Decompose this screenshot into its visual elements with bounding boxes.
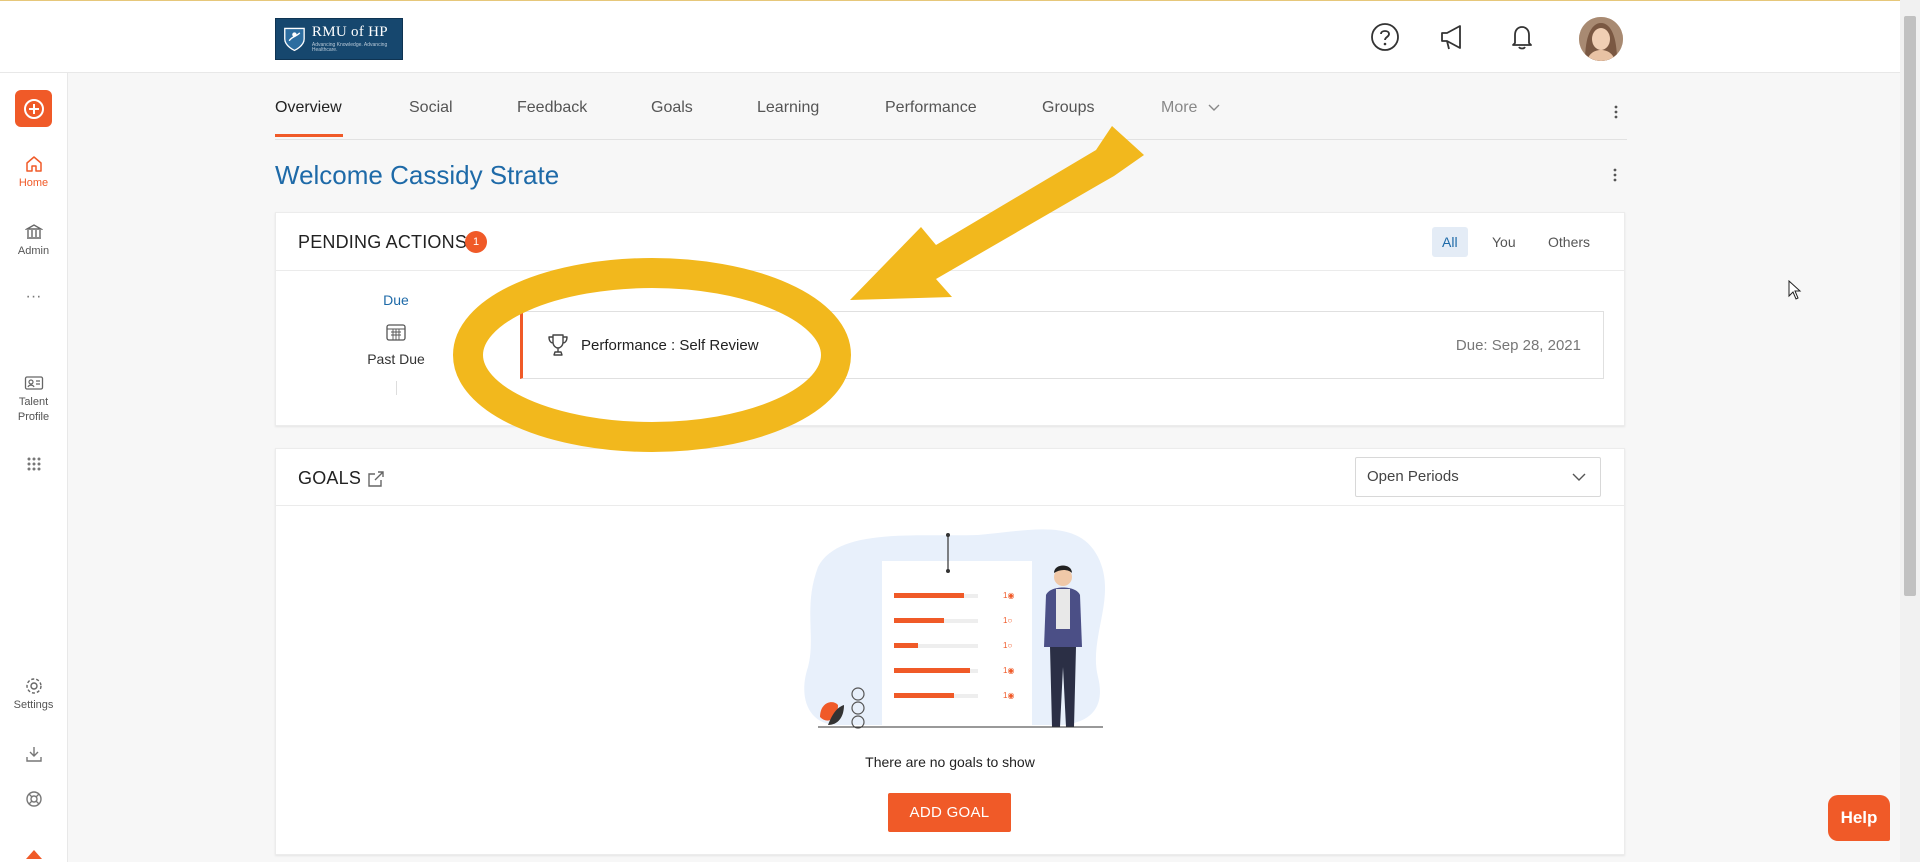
user-avatar[interactable] <box>1579 17 1623 61</box>
scrollbar-thumb[interactable] <box>1904 16 1916 596</box>
tab-more[interactable]: More <box>1161 99 1220 117</box>
goals-title: GOALS <box>298 468 362 488</box>
timeline-due-label: Due <box>383 292 409 308</box>
chevron-down-icon <box>1572 473 1586 481</box>
period-select-value: Open Periods <box>1367 468 1459 485</box>
main-tab-bar: Overview Social Feedback Goals Learning … <box>275 95 1627 140</box>
sidebar-item-settings[interactable]: Settings <box>0 677 67 711</box>
sidebar-item-label: Settings <box>13 699 54 711</box>
sidebar-item-admin[interactable]: Admin <box>0 223 67 257</box>
tab-more-label: More <box>1161 99 1198 116</box>
pending-actions-title: PENDING ACTIONS <box>298 232 468 252</box>
gear-icon <box>25 678 42 694</box>
svg-text:1◉: 1◉ <box>1003 666 1014 675</box>
sidebar-item-label: Home <box>18 177 49 189</box>
tab-social[interactable]: Social <box>409 99 453 117</box>
mouse-cursor-icon <box>1788 280 1802 300</box>
download-icon[interactable] <box>0 745 67 767</box>
crest-icon <box>284 27 305 52</box>
filter-others[interactable]: Others <box>1538 227 1600 257</box>
tab-groups[interactable]: Groups <box>1042 99 1094 117</box>
filter-you[interactable]: You <box>1482 227 1526 257</box>
tab-learning[interactable]: Learning <box>757 99 819 117</box>
active-tab-indicator <box>275 134 343 137</box>
left-sidebar: Home Admin ··· Talent Profile Settings <box>0 73 68 862</box>
filter-all[interactable]: All <box>1432 227 1468 257</box>
external-link-icon[interactable] <box>367 470 385 488</box>
calendar-icon <box>386 324 406 341</box>
action-item-title: Performance : Self Review <box>581 337 759 354</box>
tab-goals[interactable]: Goals <box>651 99 693 117</box>
svg-text:1◉: 1◉ <box>1003 591 1014 600</box>
home-icon <box>25 156 42 172</box>
apps-grid-icon[interactable] <box>0 457 67 475</box>
tab-overview[interactable]: Overview <box>275 99 342 117</box>
sidebar-item-home[interactable]: Home <box>0 155 67 189</box>
sidebar-item-label: Talent Profile <box>17 396 50 423</box>
svg-text:1○: 1○ <box>1003 616 1012 625</box>
plus-circle-icon[interactable] <box>15 90 52 127</box>
svg-text:1○: 1○ <box>1003 641 1012 650</box>
trophy-icon <box>548 334 568 356</box>
pending-action-item[interactable]: Performance : Self Review Due: Sep 28, 2… <box>520 311 1604 379</box>
card-divider <box>276 270 1624 271</box>
goals-card: GOALS Open Periods 1◉ 1○ 1○ 1◉ 1◉ There … <box>275 448 1625 855</box>
pending-count-badge: 1 <box>465 231 487 253</box>
svg-text:1◉: 1◉ <box>1003 691 1014 700</box>
tab-performance[interactable]: Performance <box>885 99 977 117</box>
logo-tagline: Advancing Knowledge. Advancing Healthcar… <box>311 42 388 53</box>
card-divider <box>276 505 1624 506</box>
timeline-past-due-label: Past Due <box>367 351 425 367</box>
help-circle-icon[interactable] <box>1369 21 1401 53</box>
add-goal-button[interactable]: ADD GOAL <box>888 793 1011 832</box>
bank-icon <box>24 224 43 239</box>
more-options-icon[interactable]: ··· <box>0 289 67 305</box>
no-goals-message: There are no goals to show <box>865 754 1035 770</box>
company-logo[interactable]: RMU of HP Advancing Knowledge. Advancing… <box>275 18 403 60</box>
tabs-kebab-icon[interactable] <box>1608 104 1624 120</box>
megaphone-icon[interactable] <box>1437 21 1469 53</box>
scroll-up-icon[interactable] <box>0 845 67 862</box>
help-button[interactable]: Help <box>1828 795 1890 841</box>
period-select[interactable]: Open Periods <box>1355 457 1601 497</box>
vertical-scrollbar[interactable] <box>1900 0 1920 862</box>
lifebuoy-icon[interactable] <box>0 790 67 812</box>
id-card-icon <box>24 376 43 390</box>
tab-feedback[interactable]: Feedback <box>517 99 587 117</box>
pending-actions-card: PENDING ACTIONS 1 All You Others Due Pas… <box>275 212 1625 426</box>
top-header: RMU of HP Advancing Knowledge. Advancing… <box>0 1 1900 73</box>
bell-icon[interactable] <box>1506 21 1538 53</box>
action-item-due-date: Due: Sep 28, 2021 <box>1455 337 1581 354</box>
welcome-kebab-icon[interactable] <box>1607 167 1623 183</box>
logo-text: RMU of HP <box>311 24 388 40</box>
timeline-line <box>396 381 397 395</box>
chevron-down-icon <box>1208 104 1220 111</box>
sidebar-item-label: Admin <box>17 245 50 257</box>
sidebar-item-talent-profile[interactable]: Talent Profile <box>0 375 67 425</box>
empty-goals-illustration: 1◉ 1○ 1○ 1◉ 1◉ <box>804 529 1106 729</box>
welcome-heading: Welcome Cassidy Strate <box>275 160 560 190</box>
